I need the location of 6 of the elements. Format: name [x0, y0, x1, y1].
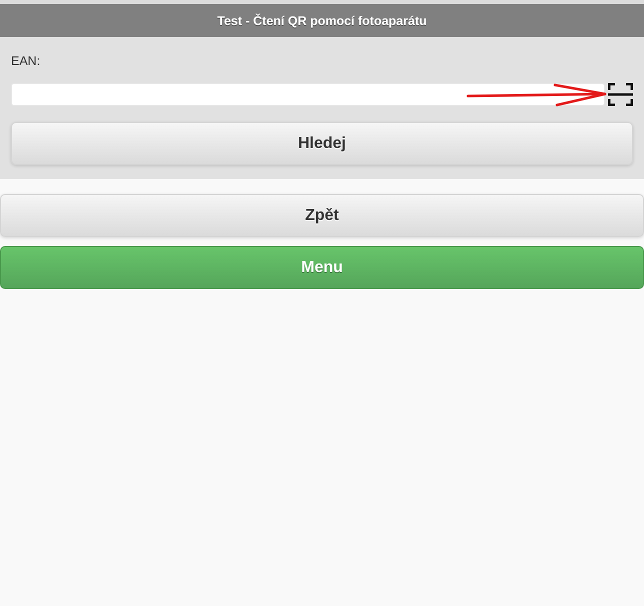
page-title: Test - Čtení QR pomocí fotoaparátu [217, 14, 427, 28]
scan-icon[interactable] [608, 83, 633, 106]
back-button[interactable]: Zpět [0, 194, 644, 237]
ean-label: EAN: [11, 54, 42, 69]
ean-input-field[interactable] [11, 83, 605, 106]
search-button[interactable]: Hledej [11, 122, 633, 165]
